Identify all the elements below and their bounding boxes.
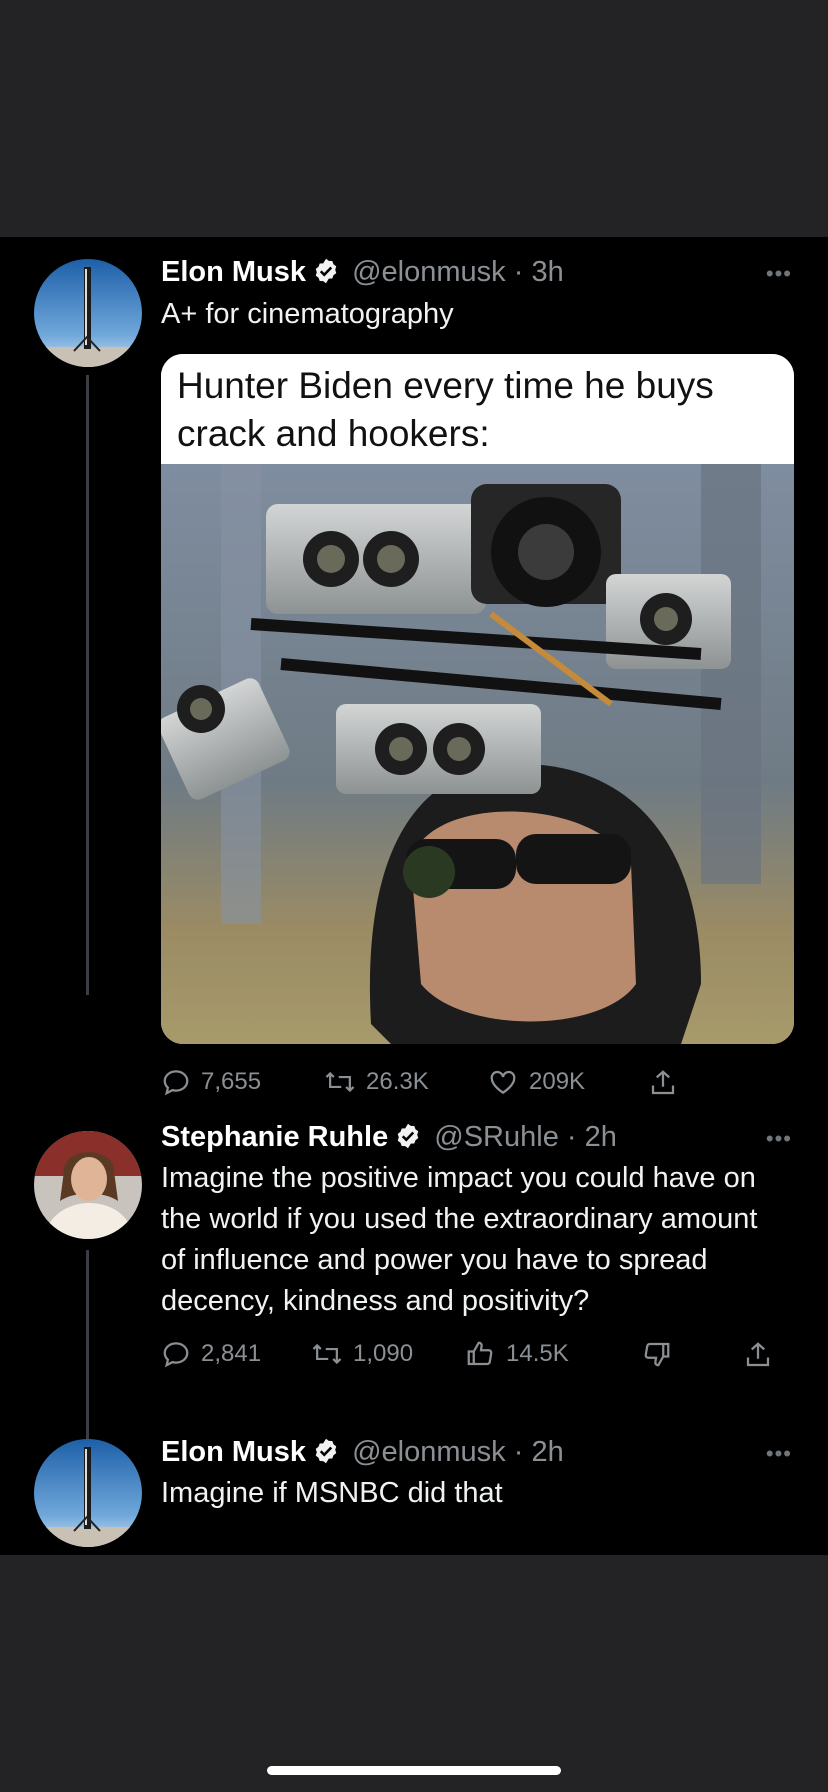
tweet-thread: Elon Musk @elonmusk · 3h ••• A+ for cine… xyxy=(0,237,828,1555)
avatar[interactable] xyxy=(34,1131,142,1239)
reply-icon xyxy=(161,1067,191,1097)
meme-caption: Hunter Biden every time he buys crack an… xyxy=(161,354,794,464)
tweet-header: Stephanie Ruhle @SRuhle · 2h xyxy=(161,1119,617,1159)
like-button[interactable]: 14.5K xyxy=(464,1339,569,1369)
tweet-elon-2[interactable]: Elon Musk @elonmusk · 2h ••• Imagine if … xyxy=(0,1429,828,1555)
retweet-count: 1,090 xyxy=(353,1340,414,1367)
verified-badge-icon xyxy=(312,257,340,294)
reply-button[interactable]: 2,841 xyxy=(161,1339,261,1369)
like-icon xyxy=(487,1067,519,1097)
timestamp[interactable]: 2h xyxy=(531,1436,563,1468)
tweet-elon-1[interactable]: Elon Musk @elonmusk · 3h ••• A+ for cine… xyxy=(0,237,828,1096)
author-name[interactable]: Elon Musk xyxy=(161,1436,306,1468)
author-handle[interactable]: @elonmusk xyxy=(352,1436,506,1468)
avatar[interactable] xyxy=(34,1439,142,1547)
tweet-header: Elon Musk @elonmusk · 2h xyxy=(161,1434,564,1474)
share-icon xyxy=(743,1339,773,1371)
tweet-text: Imagine the positive impact you could ha… xyxy=(161,1162,758,1317)
share-button[interactable] xyxy=(743,1339,773,1371)
reply-icon xyxy=(161,1339,191,1369)
author-handle[interactable]: @elonmusk xyxy=(352,256,506,288)
tweet-actions: 7,655 26.3K 209K xyxy=(161,1067,801,1107)
like-button[interactable]: 209K xyxy=(487,1067,585,1097)
more-icon[interactable]: ••• xyxy=(766,1126,792,1152)
verified-badge-icon xyxy=(394,1122,422,1159)
author-name[interactable]: Elon Musk xyxy=(161,256,306,288)
share-button[interactable] xyxy=(648,1067,678,1099)
camera-helmet-photo xyxy=(161,464,794,1044)
timestamp[interactable]: 2h xyxy=(585,1121,617,1153)
share-icon xyxy=(648,1067,678,1099)
verified-badge-icon xyxy=(312,1437,340,1474)
tweet-actions: 2,841 1,090 14.5K xyxy=(161,1339,801,1379)
retweet-button[interactable]: 26.3K xyxy=(324,1067,429,1097)
tweet-stephanie[interactable]: Stephanie Ruhle @SRuhle · 2h ••• Imagine… xyxy=(0,1119,828,1482)
home-indicator[interactable] xyxy=(267,1766,561,1775)
tweet-header: Elon Musk @elonmusk · 3h xyxy=(161,254,564,294)
timestamp[interactable]: 3h xyxy=(531,256,563,288)
retweet-button[interactable]: 1,090 xyxy=(311,1339,413,1369)
reply-button[interactable]: 7,655 xyxy=(161,1067,261,1097)
dislike-button[interactable] xyxy=(641,1339,673,1369)
thumbs-up-icon xyxy=(464,1339,496,1369)
author-name[interactable]: Stephanie Ruhle xyxy=(161,1121,388,1153)
retweet-count: 26.3K xyxy=(366,1068,429,1095)
like-count: 209K xyxy=(529,1068,586,1095)
tweet-media[interactable]: Hunter Biden every time he buys crack an… xyxy=(161,354,794,1044)
reply-count: 2,841 xyxy=(201,1340,262,1367)
dislike-icon xyxy=(641,1339,673,1369)
tweet-text: A+ for cinematography xyxy=(161,298,454,330)
retweet-icon xyxy=(324,1067,356,1097)
reply-count: 7,655 xyxy=(201,1068,262,1095)
more-icon[interactable]: ••• xyxy=(766,1441,792,1467)
like-count: 14.5K xyxy=(506,1340,569,1367)
thread-connector xyxy=(86,375,89,995)
avatar[interactable] xyxy=(34,259,142,367)
thread-connector xyxy=(86,1250,89,1440)
tweet-text: Imagine if MSNBC did that xyxy=(161,1477,503,1509)
author-handle[interactable]: @SRuhle xyxy=(434,1121,559,1153)
more-icon[interactable]: ••• xyxy=(766,261,792,287)
retweet-icon xyxy=(311,1339,343,1369)
